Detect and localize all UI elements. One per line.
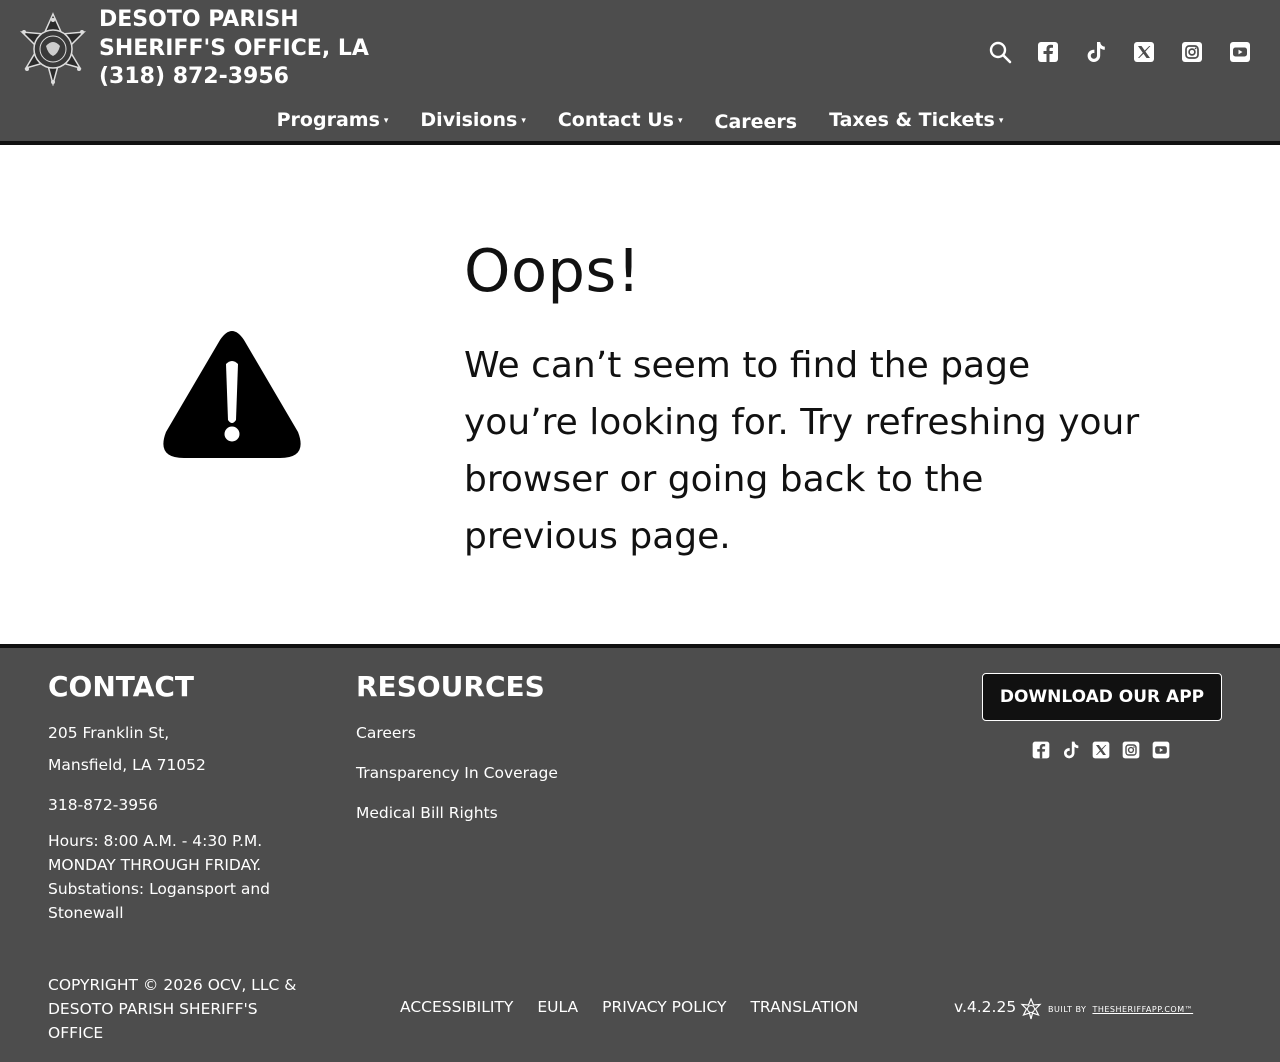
legal-links: ACCESSIBILITY EULA PRIVACY POLICY TRANSL… bbox=[400, 998, 858, 1016]
copyright-text: COPYRIGHT © 2026 OCV, LLC & DESOTO PARIS… bbox=[48, 976, 297, 1042]
contact-phone-link[interactable]: 318-872-3956 bbox=[48, 796, 158, 814]
resource-link-transparency[interactable]: Transparency In Coverage bbox=[356, 764, 558, 782]
error-heading: Oops! bbox=[464, 236, 641, 305]
chevron-down-icon: ▾ bbox=[383, 116, 389, 126]
built-by-prefix: BUILT BY bbox=[1048, 1004, 1087, 1014]
sheriff-star-icon bbox=[1020, 998, 1042, 1020]
built-by: BUILT BY THESHERIFFAPP.COM™ bbox=[1020, 998, 1193, 1020]
instagram-icon[interactable] bbox=[1180, 40, 1204, 64]
nav-careers[interactable]: Careers bbox=[715, 106, 798, 138]
accessibility-link[interactable]: ACCESSIBILITY bbox=[400, 998, 513, 1016]
instagram-icon[interactable] bbox=[1121, 740, 1141, 760]
nav-divisions-label: Divisions bbox=[420, 109, 518, 131]
warning-triangle-icon bbox=[163, 331, 301, 458]
x-twitter-icon[interactable] bbox=[1091, 740, 1111, 760]
site-phone[interactable]: (318) 872-3956 bbox=[99, 63, 429, 92]
nav-programs-label: Programs bbox=[276, 109, 380, 131]
main-nav: Programs ▾ Divisions ▾ Contact Us ▾ Care… bbox=[0, 104, 1280, 138]
site-title-line-1: DESOTO PARISH bbox=[99, 7, 299, 32]
search-icon[interactable] bbox=[988, 40, 1012, 64]
resource-link-medical-bill-rights[interactable]: Medical Bill Rights bbox=[356, 804, 498, 822]
nav-divisions[interactable]: Divisions ▾ bbox=[420, 104, 525, 136]
built-by-link[interactable]: THESHERIFFAPP.COM™ bbox=[1092, 1005, 1193, 1014]
contact-address-line-2: Mansfield, LA 71052 bbox=[48, 756, 206, 774]
download-app-button[interactable]: DOWNLOAD OUR APP bbox=[982, 673, 1222, 721]
contact-address-line-1: 205 Franklin St, bbox=[48, 724, 170, 742]
contact-hours: Hours: 8:00 A.M. - 4:30 P.M. MONDAY THRO… bbox=[48, 832, 271, 922]
youtube-icon[interactable] bbox=[1228, 40, 1252, 64]
x-twitter-icon[interactable] bbox=[1132, 40, 1156, 64]
contact-heading: CONTACT bbox=[48, 670, 195, 703]
error-message: We can’t seem to find the page you’re lo… bbox=[464, 345, 1140, 557]
nav-taxes-tickets[interactable]: Taxes & Tickets ▾ bbox=[829, 104, 1003, 136]
site-footer: CONTACT 205 Franklin St, Mansfield, LA 7… bbox=[0, 648, 1280, 1062]
sheriff-badge-logo[interactable] bbox=[16, 12, 90, 86]
nav-contact-us[interactable]: Contact Us ▾ bbox=[558, 104, 683, 136]
facebook-icon[interactable] bbox=[1036, 40, 1060, 64]
nav-careers-label: Careers bbox=[714, 111, 798, 133]
header-social-links bbox=[988, 40, 1252, 64]
facebook-icon[interactable] bbox=[1031, 740, 1051, 760]
nav-taxes-tickets-label: Taxes & Tickets bbox=[829, 109, 995, 131]
site-header: DESOTO PARISH SHERIFF'S OFFICE, LA (318)… bbox=[0, 0, 1280, 141]
header-divider bbox=[0, 141, 1280, 145]
privacy-policy-link[interactable]: PRIVACY POLICY bbox=[602, 998, 726, 1016]
tiktok-icon[interactable] bbox=[1061, 740, 1081, 760]
nav-programs[interactable]: Programs ▾ bbox=[277, 104, 389, 136]
chevron-down-icon: ▾ bbox=[677, 116, 683, 126]
nav-contact-us-label: Contact Us bbox=[557, 109, 674, 131]
footer-social-links bbox=[1031, 740, 1171, 760]
chevron-down-icon: ▾ bbox=[521, 116, 526, 126]
eula-link[interactable]: EULA bbox=[537, 998, 578, 1016]
site-title[interactable]: DESOTO PARISH SHERIFF'S OFFICE, LA (318)… bbox=[99, 6, 429, 92]
version-label: v.4.2.25 bbox=[954, 998, 1017, 1016]
site-title-line-2: SHERIFF'S OFFICE, LA bbox=[99, 35, 369, 61]
resources-heading: RESOURCES bbox=[356, 670, 545, 703]
tiktok-icon[interactable] bbox=[1084, 40, 1108, 64]
translation-link[interactable]: TRANSLATION bbox=[750, 998, 858, 1016]
chevron-down-icon: ▾ bbox=[998, 116, 1004, 126]
resource-link-careers[interactable]: Careers bbox=[356, 724, 416, 742]
youtube-icon[interactable] bbox=[1151, 740, 1171, 760]
